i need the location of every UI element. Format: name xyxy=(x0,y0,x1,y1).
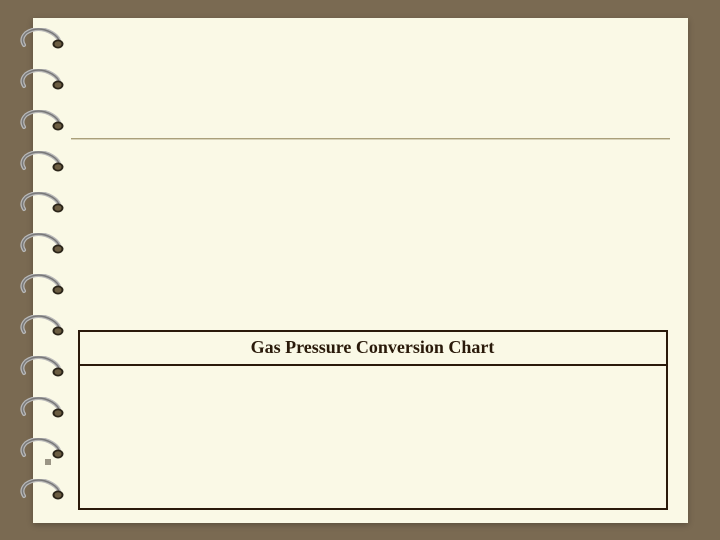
binder-ring-icon xyxy=(18,151,68,173)
binder-ring-icon xyxy=(18,438,68,460)
binder-ring-icon xyxy=(18,479,68,501)
binder-ring-icon xyxy=(18,69,68,91)
binder-ring-icon xyxy=(18,233,68,255)
binder-ring-icon xyxy=(18,28,68,50)
binder-ring-icon xyxy=(18,274,68,296)
chart-body-empty xyxy=(80,366,666,508)
chart-title: Gas Pressure Conversion Chart xyxy=(80,332,666,366)
binder-ring-icon xyxy=(18,110,68,132)
notepad-page: Gas Pressure Conversion Chart xyxy=(33,18,688,523)
page-mark-icon xyxy=(45,459,51,465)
binder-ring-icon xyxy=(18,315,68,337)
binder-ring-icon xyxy=(18,192,68,214)
binder-ring-icon xyxy=(18,356,68,378)
binder-ring-icon xyxy=(18,397,68,419)
chart-container: Gas Pressure Conversion Chart xyxy=(78,330,668,510)
spiral-binding xyxy=(18,28,78,501)
horizontal-rule xyxy=(71,138,670,140)
